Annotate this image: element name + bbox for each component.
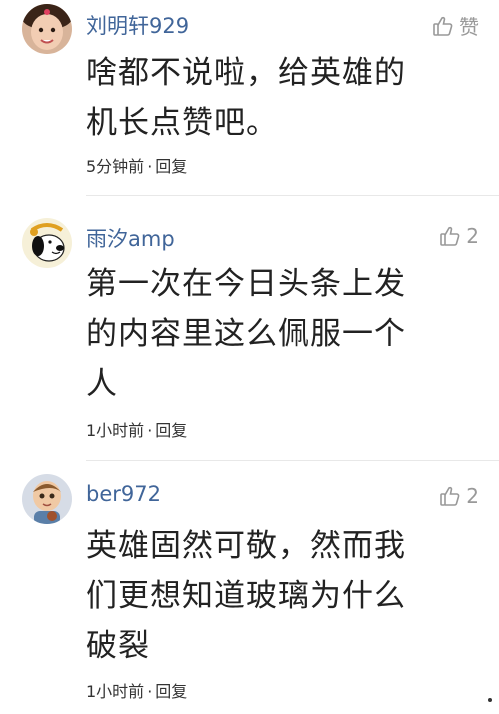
comment-line: 英雄固然可敬，然而我 — [86, 528, 406, 564]
comment-line: 们更想知道玻璃为什么 — [86, 578, 406, 614]
timestamp: 1小时前 — [86, 682, 145, 701]
comment-line: 破裂 — [86, 628, 150, 664]
username[interactable]: ber972 — [86, 482, 161, 506]
separator-dot: · — [147, 682, 153, 701]
comment-text: 英雄固然可敬，然而我 们更想知道玻璃为什么 破裂 — [86, 521, 466, 671]
like-count: 2 — [466, 484, 479, 508]
scroll-indicator-dot — [488, 698, 492, 702]
comment-meta: 1小时前 · 回复 — [86, 678, 187, 702]
reply-button[interactable]: 回复 — [155, 682, 187, 701]
comment-item: ber972 2 英雄固然可敬，然而我 们更想知道玻璃为什么 破裂 1小时前 · 回… — [0, 0, 499, 714]
avatar[interactable] — [22, 474, 72, 524]
thumbs-up-icon — [439, 485, 461, 507]
like-button[interactable]: 2 — [439, 484, 479, 508]
